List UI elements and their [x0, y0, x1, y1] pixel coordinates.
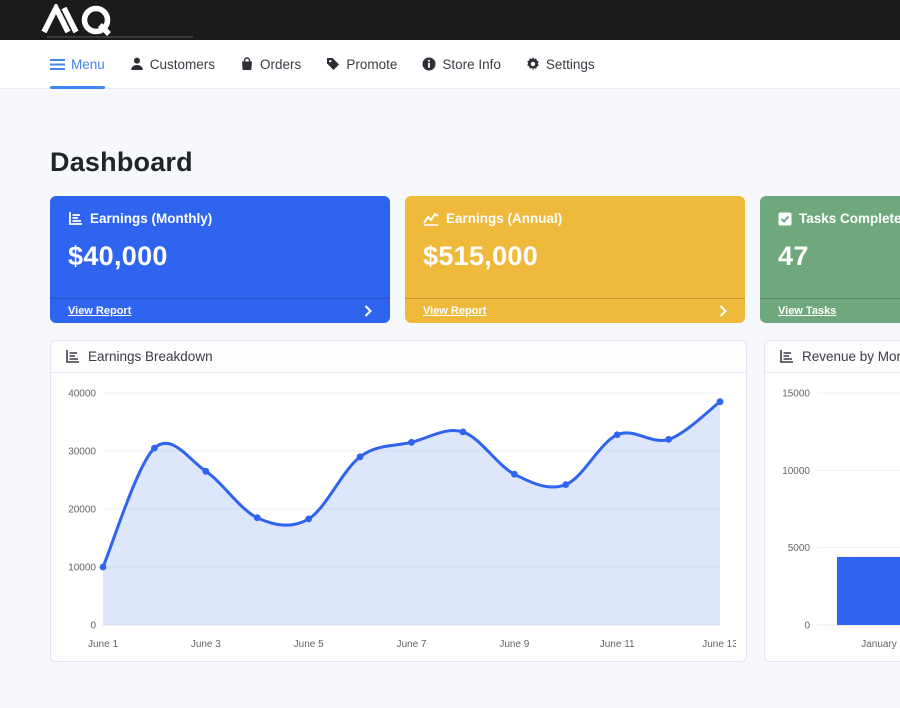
- main-content: Dashboard Earnings (Monthly) $40,000 Vie…: [0, 147, 900, 662]
- nav-item-orders[interactable]: Orders: [240, 40, 301, 88]
- svg-text:15000: 15000: [782, 389, 810, 400]
- bar-chart-icon: [779, 349, 794, 364]
- charts-row: Earnings Breakdown 0 10000 20000 30000 40000…: [50, 340, 900, 662]
- svg-text:40000: 40000: [68, 389, 96, 400]
- card-body: Tasks Completed 47: [760, 196, 900, 298]
- svg-text:0: 0: [804, 621, 810, 632]
- nav-item-store-info[interactable]: Store Info: [422, 40, 501, 88]
- bar-chart-icon: [68, 211, 83, 226]
- main-navbar: Menu Customers Orders Promote Store Info…: [0, 40, 900, 89]
- svg-text:June 3: June 3: [191, 639, 221, 650]
- revenue-by-month-card: Revenue by Month 0 5000 10000 15000 January: [764, 340, 900, 662]
- card-value: $515,000: [423, 241, 727, 272]
- card-earnings-monthly: Earnings (Monthly) $40,000 View Report: [50, 196, 390, 323]
- earnings-breakdown-card: Earnings Breakdown 0 10000 20000 30000 40000…: [50, 340, 747, 662]
- chevron-right-icon[interactable]: [364, 305, 372, 317]
- card-footer: View Report: [405, 298, 745, 323]
- chart-header: Revenue by Month: [765, 341, 900, 373]
- view-report-link[interactable]: View Report: [423, 305, 486, 317]
- card-value: $40,000: [68, 241, 372, 272]
- logo-underline: [47, 36, 193, 38]
- svg-text:June 5: June 5: [294, 639, 324, 650]
- card-tasks-completed: Tasks Completed 47 View Tasks: [760, 196, 900, 323]
- svg-text:0: 0: [90, 621, 96, 632]
- card-label: Tasks Completed: [799, 211, 900, 226]
- svg-text:10000: 10000: [782, 466, 810, 477]
- page-title: Dashboard: [50, 147, 900, 178]
- svg-text:June 9: June 9: [499, 639, 529, 650]
- nav-label: Settings: [546, 57, 595, 72]
- nav-item-promote[interactable]: Promote: [326, 40, 397, 88]
- svg-text:June 7: June 7: [396, 639, 426, 650]
- card-label-row: Tasks Completed: [778, 211, 900, 226]
- earnings-breakdown-chart: 0 10000 20000 30000 40000 June 1 June 3 June 5 J…: [57, 377, 736, 659]
- card-label: Earnings (Monthly): [90, 211, 212, 226]
- card-label-row: Earnings (Monthly): [68, 211, 372, 226]
- chart-body: 0 5000 10000 15000 January: [765, 373, 900, 662]
- svg-text:June 11: June 11: [600, 639, 635, 650]
- svg-text:June 13: June 13: [702, 639, 736, 650]
- card-footer: View Tasks: [760, 298, 900, 323]
- nav-item-settings[interactable]: Settings: [526, 40, 595, 88]
- card-value: 47: [778, 241, 900, 272]
- chart-title: Revenue by Month: [802, 349, 900, 364]
- person-icon: [130, 57, 144, 71]
- nav-label: Orders: [260, 57, 301, 72]
- chart-header: Earnings Breakdown: [51, 341, 746, 373]
- card-label: Earnings (Annual): [446, 211, 562, 226]
- revenue-by-month-chart: 0 5000 10000 15000 January: [771, 377, 900, 659]
- nav-label: Store Info: [442, 57, 501, 72]
- view-tasks-link[interactable]: View Tasks: [778, 305, 836, 317]
- svg-text:10000: 10000: [68, 563, 96, 574]
- check-square-icon: [778, 212, 792, 226]
- view-report-link[interactable]: View Report: [68, 305, 131, 317]
- nav-item-customers[interactable]: Customers: [130, 40, 215, 88]
- info-icon: [422, 57, 436, 71]
- hamburger-icon: [50, 58, 65, 71]
- chart-body: 0 10000 20000 30000 40000 June 1 June 3 June 5 J…: [51, 373, 746, 662]
- active-tab-underline: [50, 86, 105, 89]
- bar-chart-icon: [65, 349, 80, 364]
- nav-item-menu[interactable]: Menu: [50, 40, 105, 88]
- svg-text:5000: 5000: [788, 543, 811, 554]
- card-body: Earnings (Monthly) $40,000: [50, 196, 390, 298]
- svg-text:20000: 20000: [68, 505, 96, 516]
- card-label-row: Earnings (Annual): [423, 211, 727, 226]
- nav-label: Promote: [346, 57, 397, 72]
- svg-text:June 1: June 1: [88, 639, 118, 650]
- gear-icon: [526, 57, 540, 71]
- tag-icon: [326, 57, 340, 71]
- card-footer: View Report: [50, 298, 390, 323]
- svg-text:January: January: [861, 639, 897, 650]
- card-body: Earnings (Annual) $515,000: [405, 196, 745, 298]
- stat-cards-row: Earnings (Monthly) $40,000 View Report E…: [50, 196, 900, 323]
- chevron-right-icon[interactable]: [719, 305, 727, 317]
- chart-title: Earnings Breakdown: [88, 349, 213, 364]
- nav-label: Customers: [150, 57, 215, 72]
- svg-text:30000: 30000: [68, 447, 96, 458]
- top-app-bar: [0, 0, 900, 40]
- brand-logo-icon: [40, 4, 135, 36]
- nav-label: Menu: [71, 57, 105, 72]
- line-chart-icon: [423, 212, 439, 226]
- bag-icon: [240, 57, 254, 71]
- card-earnings-annual: Earnings (Annual) $515,000 View Report: [405, 196, 745, 323]
